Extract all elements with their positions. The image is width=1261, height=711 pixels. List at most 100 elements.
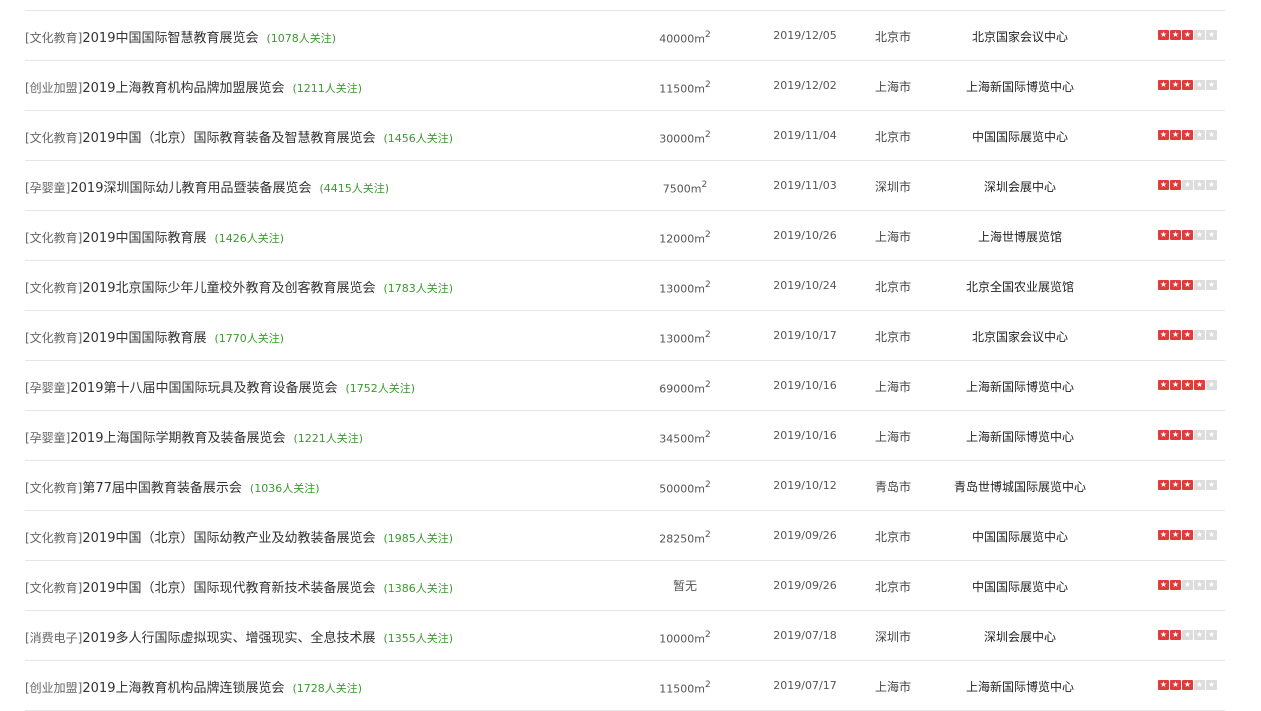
exhibition-city: 北京市 bbox=[874, 330, 911, 344]
area-unit-exponent: 2 bbox=[704, 130, 711, 140]
star-icon: ★ bbox=[1158, 530, 1169, 540]
exhibition-title-link[interactable]: [文化教育]2019中国（北京）国际幼教产业及幼教装备展览会 (1985人关注) bbox=[25, 527, 453, 546]
area-unit-exponent: 2 bbox=[704, 630, 711, 640]
star-icon: ★ bbox=[1170, 80, 1181, 90]
exhibition-city: 上海市 bbox=[874, 430, 911, 444]
list-item: [文化教育]2019中国国际智慧教育展览会 (1078人关注) 40000m2 2… bbox=[25, 11, 1225, 61]
exhibition-venue: 深圳会展中心 bbox=[983, 630, 1056, 644]
star-icon: ★ bbox=[1194, 180, 1205, 190]
star-icon: ★ bbox=[1182, 480, 1193, 490]
exhibition-venue: 北京国家会议中心 bbox=[971, 30, 1068, 44]
area-unit-exponent: 2 bbox=[704, 330, 711, 340]
exhibition-date: 2019/12/02 bbox=[773, 79, 837, 92]
star-icon: ★ bbox=[1194, 130, 1205, 140]
exhibition-title-link[interactable]: [文化教育]2019中国国际智慧教育展览会 (1078人关注) bbox=[25, 27, 336, 46]
exhibition-title-link[interactable]: [孕婴童]2019深圳国际幼儿教育用品暨装备展览会 (4415人关注) bbox=[25, 177, 389, 196]
exhibition-title-link[interactable]: [文化教育]2019中国（北京）国际教育装备及智慧教育展览会 (1456人关注) bbox=[25, 127, 453, 146]
exhibition-name: 第77届中国教育装备展示会 bbox=[82, 481, 242, 496]
area-unit-exponent: 2 bbox=[704, 30, 711, 40]
star-icon: ★ bbox=[1182, 230, 1193, 240]
exhibition-venue: 上海世博展览馆 bbox=[977, 230, 1062, 244]
exhibition-city: 北京市 bbox=[874, 280, 911, 294]
exhibition-title-link[interactable]: [文化教育]2019中国（北京）国际现代教育新技术装备展览会 (1386人关注) bbox=[25, 577, 453, 596]
exhibition-area: 7500m2 bbox=[635, 180, 735, 196]
star-icon: ★ bbox=[1170, 530, 1181, 540]
exhibition-title-link[interactable]: [文化教育]2019北京国际少年儿童校外教育及创客教育展览会 (1783人关注) bbox=[25, 277, 453, 296]
exhibition-city: 上海市 bbox=[874, 680, 911, 694]
star-icon: ★ bbox=[1170, 180, 1181, 190]
star-icon: ★ bbox=[1182, 430, 1193, 440]
category-label: [创业加盟] bbox=[25, 81, 83, 95]
exhibition-title-link[interactable]: [文化教育]2019中国国际教育展 (1770人关注) bbox=[25, 327, 284, 346]
star-icon: ★ bbox=[1158, 180, 1169, 190]
exhibition-date: 2019/10/16 bbox=[773, 429, 837, 442]
area-unit-exponent: 2 bbox=[704, 380, 711, 390]
area-value: 暂无 bbox=[672, 579, 697, 593]
star-icon: ★ bbox=[1158, 580, 1169, 590]
rating-stars: ★ ★ ★ ★ ★ bbox=[1158, 530, 1217, 540]
category-label: [文化教育] bbox=[25, 31, 83, 45]
area-unit-exponent: 2 bbox=[704, 480, 711, 490]
star-icon: ★ bbox=[1158, 230, 1169, 240]
category-label: [文化教育] bbox=[25, 131, 83, 145]
area-value: 13000m bbox=[659, 282, 705, 296]
star-icon: ★ bbox=[1194, 580, 1205, 590]
exhibition-area: 40000m2 bbox=[635, 30, 735, 46]
exhibition-venue: 上海新国际博览中心 bbox=[965, 380, 1074, 394]
exhibition-title-link[interactable]: [文化教育]第77届中国教育装备展示会 (1036人关注) bbox=[25, 477, 320, 496]
rating-stars: ★ ★ ★ ★ ★ bbox=[1158, 580, 1217, 590]
exhibition-title-link[interactable]: [孕婴童]2019上海国际学期教育及装备展览会 (1221人关注) bbox=[25, 427, 363, 446]
rating-stars: ★ ★ ★ ★ ★ bbox=[1158, 680, 1217, 690]
exhibition-title-link[interactable]: [创业加盟]2019上海教育机构品牌连锁展览会 (1728人关注) bbox=[25, 677, 362, 696]
exhibition-name: 2019中国国际教育展 bbox=[82, 231, 207, 246]
exhibition-title-link[interactable]: [文化教育]2019中国国际教育展 (1426人关注) bbox=[25, 227, 284, 246]
exhibition-venue: 中国国际展览中心 bbox=[971, 530, 1068, 544]
exhibition-venue: 北京国家会议中心 bbox=[971, 330, 1068, 344]
star-icon: ★ bbox=[1182, 30, 1193, 40]
area-value: 11500m bbox=[659, 82, 705, 96]
exhibition-date: 2019/12/05 bbox=[773, 29, 837, 42]
area-unit-exponent: 2 bbox=[704, 80, 711, 90]
follower-count: (1752人关注) bbox=[345, 382, 416, 395]
category-label: [文化教育] bbox=[25, 281, 83, 295]
star-icon: ★ bbox=[1158, 680, 1169, 690]
rating-stars: ★ ★ ★ ★ ★ bbox=[1158, 230, 1217, 240]
exhibition-venue: 中国国际展览中心 bbox=[971, 130, 1068, 144]
exhibition-name: 2019上海教育机构品牌加盟展览会 bbox=[82, 81, 285, 96]
follower-count: (1211人关注) bbox=[292, 82, 363, 95]
exhibition-city: 上海市 bbox=[874, 380, 911, 394]
exhibition-name: 2019中国国际智慧教育展览会 bbox=[82, 31, 259, 46]
star-icon: ★ bbox=[1158, 130, 1169, 140]
star-icon: ★ bbox=[1182, 130, 1193, 140]
star-icon: ★ bbox=[1206, 480, 1217, 490]
follower-count: (1355人关注) bbox=[383, 632, 454, 645]
star-icon: ★ bbox=[1206, 30, 1217, 40]
star-icon: ★ bbox=[1206, 630, 1217, 640]
exhibition-name: 2019上海教育机构品牌连锁展览会 bbox=[82, 681, 285, 696]
exhibition-city: 深圳市 bbox=[874, 630, 911, 644]
follower-count: (1078人关注) bbox=[266, 32, 337, 45]
exhibition-area: 69000m2 bbox=[635, 380, 735, 396]
star-icon: ★ bbox=[1158, 80, 1169, 90]
follower-count: (1985人关注) bbox=[383, 532, 454, 545]
exhibition-title-link[interactable]: [消费电子]2019多人行国际虚拟现实、增强现实、全息技术展 (1355人关注) bbox=[25, 627, 453, 646]
star-icon: ★ bbox=[1206, 530, 1217, 540]
star-icon: ★ bbox=[1158, 630, 1169, 640]
star-icon: ★ bbox=[1170, 30, 1181, 40]
star-icon: ★ bbox=[1194, 280, 1205, 290]
exhibition-date: 2019/11/03 bbox=[773, 179, 837, 192]
rating-stars: ★ ★ ★ ★ ★ bbox=[1158, 380, 1217, 390]
exhibition-title-link[interactable]: [孕婴童]2019第十八届中国国际玩具及教育设备展览会 (1752人关注) bbox=[25, 377, 415, 396]
exhibition-area: 12000m2 bbox=[635, 230, 735, 246]
exhibition-title-link[interactable]: [创业加盟]2019上海教育机构品牌加盟展览会 (1211人关注) bbox=[25, 77, 362, 96]
exhibition-city: 北京市 bbox=[874, 130, 911, 144]
list-item: [创业加盟]2019上海教育机构品牌加盟展览会 (1211人关注) 11500m2… bbox=[25, 61, 1225, 111]
rating-stars: ★ ★ ★ ★ ★ bbox=[1158, 180, 1217, 190]
follower-count: (1783人关注) bbox=[383, 282, 454, 295]
area-value: 11500m bbox=[659, 682, 705, 696]
area-value: 13000m bbox=[659, 332, 705, 346]
star-icon: ★ bbox=[1182, 80, 1193, 90]
star-icon: ★ bbox=[1170, 430, 1181, 440]
exhibition-date: 2019/07/17 bbox=[773, 679, 837, 692]
star-icon: ★ bbox=[1170, 280, 1181, 290]
